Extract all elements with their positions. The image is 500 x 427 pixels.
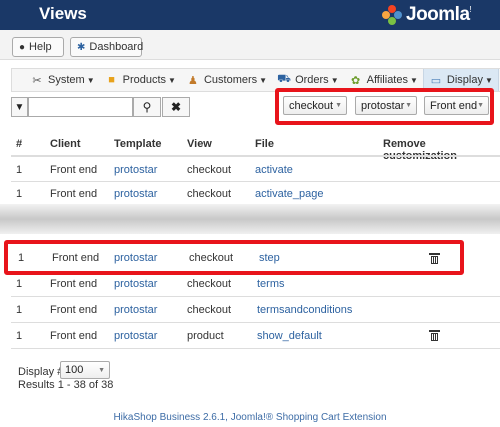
table-row: 1 Front end protostar checkout activate	[11, 157, 500, 183]
row-template-link[interactable]: protostar	[114, 304, 157, 316]
menu-system[interactable]: ✂ System ▼	[12, 69, 100, 91]
row-client: Front end	[50, 188, 98, 200]
row-num: 1	[16, 304, 23, 316]
row-view: product	[187, 330, 224, 342]
row-num: 1	[16, 278, 23, 290]
chevron-down-icon: ▼	[477, 102, 484, 109]
row-template-link[interactable]: protostar	[114, 330, 157, 342]
view-select[interactable]: checkout ▼	[283, 96, 347, 115]
help-icon: ●	[19, 41, 26, 53]
chevron-down-icon: ▼	[335, 102, 342, 109]
caret-down-icon: ▼	[168, 75, 176, 85]
menu-customers-label: Customers	[203, 74, 258, 86]
users-icon: ♟	[188, 74, 198, 87]
wrench-icon: ✂	[32, 74, 42, 87]
close-icon: ✖	[170, 100, 182, 114]
row-num: 1	[16, 188, 23, 200]
client-select-value: Front end	[430, 99, 478, 112]
table-row: 1 Front end protostar checkout terms	[11, 271, 500, 297]
menu-display-label: Display	[446, 74, 483, 86]
row-view: checkout	[187, 188, 232, 200]
row-view: checkout	[187, 164, 232, 176]
row-view: checkout	[187, 278, 232, 290]
dashboard-button[interactable]: ✱ Dashboard	[70, 37, 144, 57]
template-select-value: protostar	[361, 99, 405, 112]
search-input[interactable]	[28, 97, 133, 117]
table-row: 1 Front end protostar product show_defau…	[11, 323, 500, 349]
column-header-client: Client	[50, 138, 81, 150]
help-label: Help	[29, 41, 52, 53]
joomla-logo: Joomla!	[382, 3, 472, 27]
search-icon: ⚲	[142, 100, 152, 114]
column-header-file: File	[255, 138, 274, 150]
dashboard-label: Dashboard	[89, 41, 144, 53]
box-icon: ■	[108, 74, 115, 86]
cart-icon: ⛟	[277, 73, 291, 85]
display-count-label: Display #	[18, 366, 64, 378]
row-client: Front end	[50, 330, 98, 342]
caret-down-icon: ▼	[409, 75, 418, 85]
display-count-select[interactable]: 100 ▼	[60, 361, 110, 379]
client-select[interactable]: Front end ▼	[424, 96, 489, 115]
clear-button[interactable]: ✖	[162, 97, 190, 117]
chevron-down-icon: ▼	[405, 102, 412, 109]
menu-affiliates-label: Affiliates	[366, 74, 408, 86]
trash-icon[interactable]	[429, 330, 440, 341]
row-num: 1	[16, 330, 23, 342]
dashboard-icon: ✱	[77, 41, 86, 53]
table-row: 1 Front end protostar checkout termsandc…	[11, 297, 500, 323]
joomla-logo-icon	[382, 5, 402, 25]
display-count-value: 100	[65, 364, 84, 376]
view-select-value: checkout	[289, 99, 334, 112]
row-template-link[interactable]: protostar	[114, 164, 157, 176]
affiliates-icon: ✿	[351, 74, 361, 87]
row-client: Front end	[50, 278, 98, 290]
caret-down-icon: ▼	[259, 75, 268, 85]
filter-button[interactable]: ▼	[11, 97, 28, 117]
blurred-region	[0, 204, 500, 234]
toolbar: ● Help ✱ Dashboard	[0, 30, 500, 60]
results-count: Results 1 - 38 of 38	[18, 379, 114, 391]
search-button[interactable]: ⚲	[133, 97, 161, 117]
highlight-frame	[4, 240, 464, 275]
row-divider	[11, 348, 500, 349]
page-title: Views	[39, 4, 87, 23]
menu-orders-label: Orders	[295, 74, 329, 86]
chevron-down-icon: ▼	[98, 366, 105, 374]
filter-icon: ▼	[14, 101, 25, 113]
row-file-link[interactable]: terms	[257, 278, 285, 290]
footer-text: HikaShop Business 2.6.1, Joomla!® Shoppi…	[113, 412, 387, 423]
row-file-link[interactable]: activate_page	[255, 188, 324, 200]
joomla-brand-mark: !	[469, 4, 472, 14]
row-num: 1	[16, 164, 23, 176]
row-file-link[interactable]: show_default	[257, 330, 322, 342]
row-view: checkout	[187, 304, 232, 316]
column-header-template: Template	[114, 138, 162, 150]
caret-down-icon: ▼	[330, 75, 339, 85]
caret-down-icon: ▼	[86, 75, 95, 85]
row-template-link[interactable]: protostar	[114, 278, 157, 290]
column-header-view: View	[187, 138, 212, 150]
caret-down-icon: ▼	[484, 75, 493, 85]
row-file-link[interactable]: activate	[255, 164, 293, 176]
help-button[interactable]: ● Help	[12, 37, 64, 57]
menu-products-label: Products	[122, 74, 167, 86]
top-bar: Views Joomla!	[0, 0, 500, 30]
row-template-link[interactable]: protostar	[114, 188, 157, 200]
row-file-link[interactable]: termsandconditions	[257, 304, 352, 316]
menu-products[interactable]: ■ Products ▼	[100, 69, 181, 91]
column-header-num: #	[16, 138, 23, 150]
display-icon: ▭	[430, 74, 442, 87]
menu-customers[interactable]: ♟ Customers ▼	[181, 69, 272, 91]
row-client: Front end	[50, 164, 98, 176]
joomla-brand-text: Joomla	[406, 4, 470, 25]
menu-system-label: System	[48, 74, 85, 86]
row-client: Front end	[50, 304, 98, 316]
template-select[interactable]: protostar ▼	[355, 96, 417, 115]
